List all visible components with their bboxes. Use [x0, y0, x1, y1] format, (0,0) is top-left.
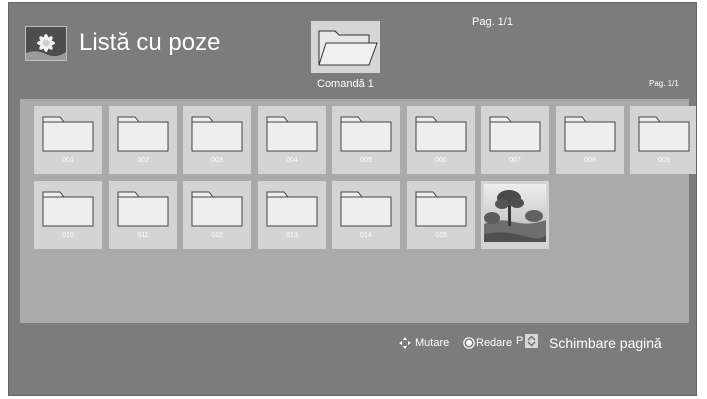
- folder-open-icon: [318, 30, 378, 66]
- folder-tile[interactable]: 004: [258, 106, 326, 174]
- photo-list-screen: Listă cu poze Comandă 1 Pag. 1/1 Pag. 1/…: [8, 2, 697, 396]
- folder-tile[interactable]: 009: [630, 106, 696, 174]
- move-label: Mutare: [415, 337, 450, 349]
- folder-icon: [415, 191, 467, 227]
- page-key-label: P: [516, 335, 524, 347]
- folder-label: 006: [435, 157, 447, 164]
- folder-icon: [340, 191, 392, 227]
- folder-label: 007: [509, 157, 521, 164]
- folder-tile[interactable]: 007: [481, 106, 549, 174]
- folder-icon: [117, 191, 169, 227]
- play-label: Redare: [476, 337, 513, 349]
- page-title: Listă cu poze: [79, 29, 221, 56]
- folder-tile[interactable]: 006: [407, 106, 475, 174]
- command-label: Comandă 1: [317, 78, 374, 90]
- folder-label: 010: [62, 232, 74, 239]
- command-folder-button[interactable]: [311, 21, 380, 73]
- arrows-move-icon: [399, 337, 411, 349]
- page-indicator-top: Pag. 1/1: [472, 16, 513, 28]
- folder-label: 014: [360, 232, 372, 239]
- folder-label: 012: [211, 232, 223, 239]
- photo-list-icon: [25, 26, 67, 61]
- folder-label: 008: [584, 157, 596, 164]
- folder-icon: [638, 116, 690, 152]
- folder-tile[interactable]: 012: [183, 181, 251, 249]
- folder-icon: [117, 116, 169, 152]
- folder-icon: [42, 116, 94, 152]
- folder-tile[interactable]: 011: [109, 181, 177, 249]
- page-updown-icon: [525, 334, 538, 348]
- folder-tile[interactable]: 010: [34, 181, 102, 249]
- folder-tile[interactable]: 001: [34, 106, 102, 174]
- change-page-label: Schimbare pagină: [549, 335, 662, 351]
- folder-icon: [266, 191, 318, 227]
- folder-icon: [489, 116, 541, 152]
- folder-label: 013: [286, 232, 298, 239]
- folder-tile[interactable]: 008: [556, 106, 624, 174]
- folder-icon: [564, 116, 616, 152]
- folder-icon: [415, 116, 467, 152]
- folder-label: 003: [211, 157, 223, 164]
- folder-label: 001: [62, 157, 74, 164]
- folder-icon: [191, 191, 243, 227]
- landscape-photo-thumbnail: [484, 184, 546, 242]
- folder-tile[interactable]: 003: [183, 106, 251, 174]
- folder-label: 004: [286, 157, 298, 164]
- folder-tile[interactable]: 002: [109, 106, 177, 174]
- photo-grid-panel: 001 002 003 004 005 006 007 008 009 010 …: [20, 99, 696, 323]
- folder-label: 011: [137, 232, 149, 239]
- folder-icon: [340, 116, 392, 152]
- folder-tile[interactable]: 005: [332, 106, 400, 174]
- folder-tile[interactable]: 013: [258, 181, 326, 249]
- folder-label: 002: [137, 157, 149, 164]
- folder-icon: [266, 116, 318, 152]
- folder-label: 005: [360, 157, 372, 164]
- photo-tile[interactable]: [481, 181, 549, 249]
- folder-tile[interactable]: 015: [407, 181, 475, 249]
- ok-button-icon: [463, 337, 475, 349]
- folder-icon: [42, 191, 94, 227]
- page-indicator-right: Pag. 1/1: [649, 79, 679, 88]
- folder-label: 009: [658, 157, 670, 164]
- folder-label: 015: [435, 232, 447, 239]
- folder-icon: [191, 116, 243, 152]
- folder-tile[interactable]: 014: [332, 181, 400, 249]
